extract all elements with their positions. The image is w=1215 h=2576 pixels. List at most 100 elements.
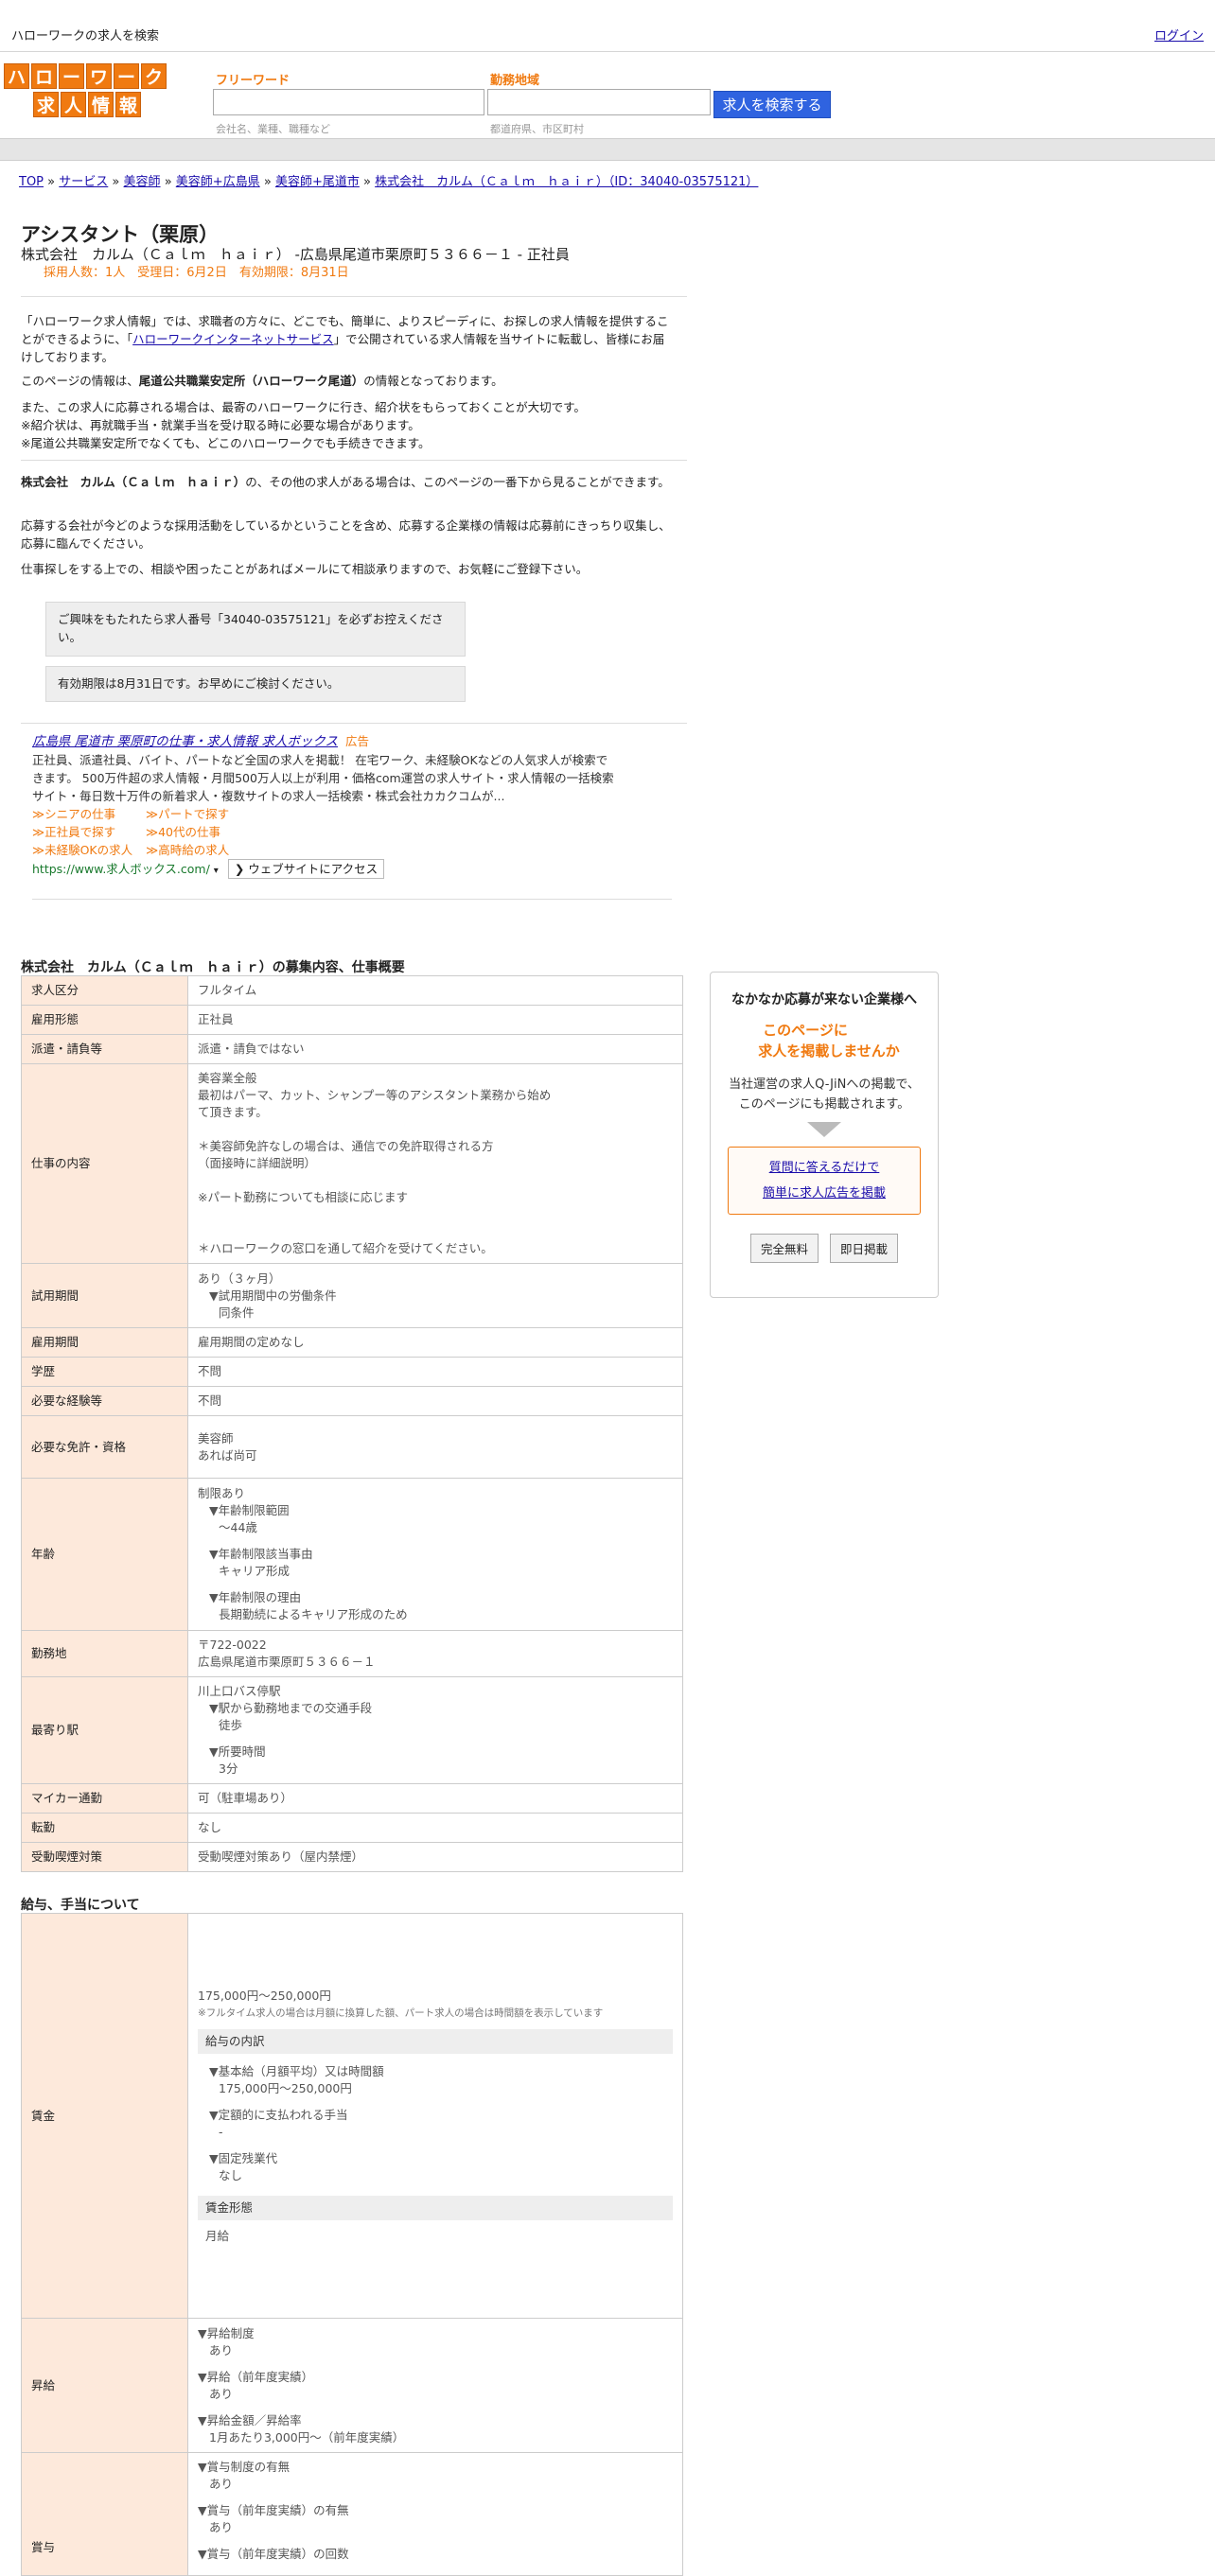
breadcrumb-onomichi[interactable]: 美容師+尾道市	[275, 175, 360, 189]
row-label: 年齢	[21, 1478, 188, 1631]
value-line: ▼昇給（前年度実績）	[198, 2369, 314, 2384]
search-button[interactable]: 求人を検索する	[713, 91, 831, 118]
row-value: 美容師 あれば尚可	[187, 1415, 683, 1479]
row-label: 雇用期間	[21, 1327, 188, 1358]
promo-offer-line: 求人を掲載しませんか	[758, 1043, 900, 1060]
breadcrumb-hiroshima[interactable]: 美容師+広島県	[176, 175, 260, 189]
logo-char: ー	[59, 63, 84, 89]
company-line: 株式会社 カルム（Ｃａｌｍ ｈａｉｒ） -広島県尾道市栗原町５３６６－１ - 正…	[21, 246, 570, 263]
ad-url-row: https://www.求人ボックス.com/ ▾ ❯ ウェブサイトにアクセス	[32, 859, 619, 880]
promo-link-post[interactable]: 簡単に求人広告を掲載	[763, 1186, 886, 1200]
divider	[21, 296, 687, 297]
overview-table: 求人区分 フルタイム 雇用形態 正社員 派遣・請負等 派遣・請負ではない 仕事の内容 …	[21, 975, 683, 1872]
breadcrumb-biyoshi[interactable]: 美容師	[124, 175, 161, 189]
company-name: 株式会社 カルム（Ｃａｌｍ ｈａｉｒ）	[21, 475, 246, 489]
value-line: （面接時に詳細説明）	[198, 1156, 317, 1170]
table-row: 賞与 ▼賞与制度の有無 あり ▼賞与（前年度実績）の有無 あり ▼賞与（前年度実…	[21, 2452, 683, 2576]
value-line: あり	[209, 2342, 234, 2357]
free-button[interactable]: 完全無料	[749, 1234, 819, 1263]
hellowork-internet-link[interactable]: ハローワークインターネットサービス	[132, 332, 334, 346]
value-line: 長期勤続によるキャリア形成のため	[219, 1607, 408, 1621]
sidebar-promo: なかなか応募が来ない企業様へ このページに 求人を掲載しませんか 当社運営の求人…	[710, 972, 939, 1298]
divider	[21, 460, 687, 461]
row-value: 雇用期間の定めなし	[187, 1327, 683, 1358]
salary-form: 月給	[205, 2228, 230, 2243]
ad-url-dropdown-icon[interactable]: ▾	[214, 866, 219, 876]
value-line: キャリア形成	[219, 1564, 291, 1578]
row-value: 派遣・請負ではない	[187, 1034, 683, 1064]
value-line: 美容業全般	[198, 1071, 257, 1085]
source-paragraph: このページの情報は、尾道公共職業安定所（ハローワーク尾道）の情報となっております…	[21, 372, 676, 390]
row-value: 川上口バス停駅 ▼駅から勤務地までの交通手段 徒歩 ▼所要時間 3分	[187, 1676, 683, 1784]
breadcrumb-sep: »	[47, 175, 56, 189]
row-value: 175,000円〜250,000円 ※フルタイム求人の場合は月額に換算した額、パ…	[187, 1913, 683, 2319]
row-value: 可（駐車場あり）	[187, 1783, 683, 1814]
area-label: 勤務地域	[490, 74, 540, 88]
row-value: ▼昇給制度 あり ▼昇給（前年度実績） あり ▼昇給金額／昇給率 1月あたり3,…	[187, 2318, 683, 2453]
row-value: 美容業全般 最初はパーマ、カット、シャンプー等のアシスタント業務から始め て頂き…	[187, 1063, 683, 1264]
keyword-label: フリーワード	[216, 74, 291, 88]
promo-offer-line: このページに	[763, 1022, 848, 1039]
value-line: なし	[219, 2167, 243, 2182]
breadcrumb-top[interactable]: TOP	[19, 175, 44, 189]
breadcrumb-company[interactable]: 株式会社 カルム（Ｃａｌｍ ｈａｉｒ）（ID：34040-03575121）	[375, 175, 758, 189]
job-meta: 採用人数：1人 受理日：6月2日 有効期限：8月31日	[44, 266, 349, 280]
ad-url[interactable]: https://www.求人ボックス.com/	[32, 862, 210, 876]
value-line: 3分	[219, 1761, 238, 1776]
row-value: あり（３ヶ月） ▼試用期間中の労働条件 同条件	[187, 1263, 683, 1328]
site-title: ハローワークの求人を検索	[11, 29, 160, 44]
value-line: ▼固定残業代	[209, 2150, 278, 2165]
breadcrumb-service[interactable]: サービス	[59, 175, 108, 189]
ad-link[interactable]: ≫パートで探す	[146, 805, 259, 823]
contact-paragraph: 仕事探しをする上での、相談や困ったことがあればメールにて相談承りますので、お気軽…	[21, 562, 589, 576]
value-line: 1月あたり3,000円〜（前年度実績）	[209, 2429, 405, 2445]
logo-char: ハ	[4, 63, 29, 89]
value-line: あり（３ヶ月）	[198, 1270, 281, 1286]
value-line: ▼年齢制限該当事由	[209, 1547, 313, 1561]
same-day-button[interactable]: 即日掲載	[830, 1234, 899, 1263]
site-logo[interactable]: ハ ロ ー ワ ー ク 求 人 情 報	[4, 63, 170, 118]
login-link[interactable]: ログイン	[1154, 26, 1204, 44]
promo-text-line: このページにも掲載されます。	[738, 1097, 910, 1112]
referral-line: また、この求人に応募される場合は、最寄のハローワークに行き、紹介状をもらっておく…	[21, 400, 586, 414]
table-row: 仕事の内容 美容業全般 最初はパーマ、カット、シャンプー等のアシスタント業務から…	[21, 1063, 683, 1264]
ad-link[interactable]: ≫正社員で探す	[32, 823, 146, 841]
source-office: 尾道公共職業安定所（ハローワーク尾道）	[138, 374, 364, 388]
value-line: 制限あり	[198, 1486, 246, 1500]
promo-text: 当社運営の求人Q-JiNへの掲載で、 このページにも掲載されます。	[711, 1075, 938, 1114]
row-value: フルタイム	[187, 975, 683, 1006]
promo-link-question[interactable]: 質問に答えるだけで	[769, 1161, 880, 1175]
ad-link[interactable]: ≫未経験OKの求人	[32, 841, 132, 859]
row-value: 正社員	[187, 1005, 683, 1035]
value-line: 川上口バス停駅	[198, 1684, 281, 1698]
ad-title-link[interactable]: 広島県 尾道市 栗原町の仕事・求人情報 求人ボックス	[32, 734, 338, 749]
value-line: ▼昇給制度	[198, 2325, 255, 2340]
keyword-input[interactable]	[213, 89, 484, 115]
visit-website-button[interactable]: ❯ ウェブサイトにアクセス	[227, 859, 385, 879]
logo-char: ク	[141, 63, 167, 89]
row-value: 〒722-0022 広島県尾道市栗原町５３６６－１	[187, 1630, 683, 1677]
value-line: ▼定額的に支払われる手当	[209, 2107, 348, 2122]
value-line: ▼基本給（月額平均）又は時間額	[209, 2063, 384, 2078]
table-row: 雇用期間 雇用期間の定めなし	[21, 1327, 683, 1358]
value-line: あり	[209, 2520, 234, 2534]
table-row: 転勤 なし	[21, 1813, 683, 1843]
ad-title-row: 広島県 尾道市 栗原町の仕事・求人情報 求人ボックス 広告	[32, 732, 619, 751]
salary-form-heading: 賃金形態	[198, 2195, 673, 2220]
job-number-notice: ご興味をもたれたら求人番号「34040-03575121」を必ずお控えください。	[45, 602, 466, 657]
logo-char: 報	[115, 92, 141, 117]
ad-link[interactable]: ≫40代の仕事	[146, 823, 259, 841]
area-input[interactable]	[487, 89, 711, 115]
row-label: 学歴	[21, 1357, 188, 1387]
ad-link[interactable]: ≫高時給の求人	[146, 841, 259, 859]
ad-link[interactable]: ≫シニアの仕事	[32, 805, 146, 823]
row-label: マイカー通勤	[21, 1783, 188, 1814]
breadcrumb-sep: »	[363, 175, 371, 189]
expiry-notice: 有効期限は8月31日です。お早めにご検討ください。	[45, 666, 466, 702]
divider-bar	[0, 138, 1215, 161]
table-row: 年齢 制限あり ▼年齢制限範囲 〜44歳 ▼年齢制限該当事由 キャリア形成 ▼年…	[21, 1478, 683, 1631]
salary-range: 175,000円〜250,000円	[198, 1988, 331, 2003]
down-arrow-icon	[807, 1122, 841, 1137]
breadcrumb-sep: »	[112, 175, 120, 189]
value-line: ※パート勤務についても相談に応じます	[198, 1190, 408, 1204]
